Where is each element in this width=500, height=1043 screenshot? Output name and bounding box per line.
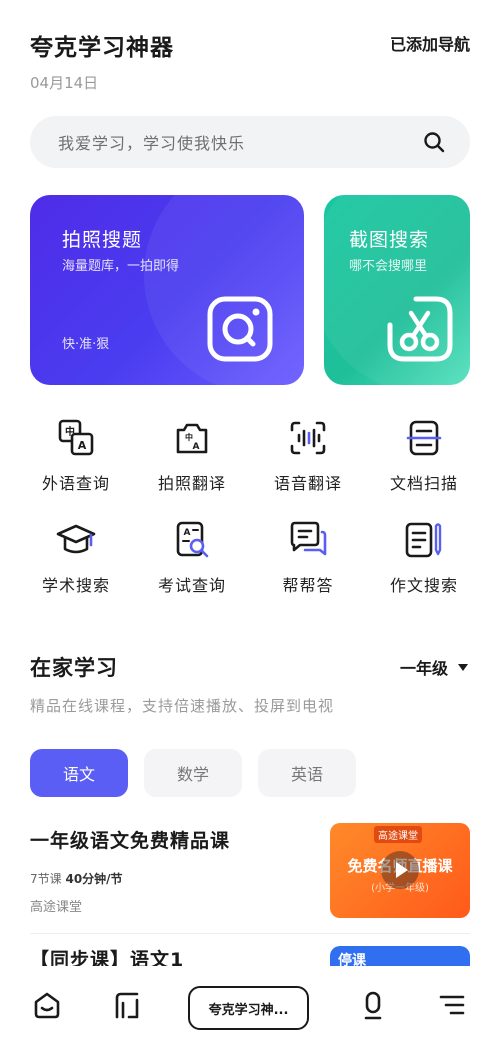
photo-search-title: 拍照搜题	[62, 229, 143, 251]
camera-translate-icon: 中 A	[176, 423, 208, 454]
graduation-cap-icon	[56, 524, 96, 554]
thumb-brand: 高途课堂	[374, 826, 422, 843]
tools-row-2: 学术搜索 A 考试查询 帮帮答 作文搜索	[0, 520, 500, 596]
tool-foreign-language[interactable]: 中 A 外语查询	[18, 418, 134, 494]
svg-text:中: 中	[65, 425, 75, 438]
microphone-icon[interactable]	[358, 990, 388, 1020]
tool-voice-translate[interactable]: 语音翻译	[250, 418, 366, 494]
tool-exam-query[interactable]: A 考试查询	[134, 520, 250, 596]
tool-essay-search[interactable]: 作文搜索	[366, 520, 482, 596]
tool-label: 作文搜索	[389, 576, 458, 595]
header: 夸克学习神器 04月14日 已添加导航	[30, 28, 470, 93]
course-thumbnail[interactable]: 高途课堂 免费名师直播课 (小学一年级)	[330, 823, 470, 918]
course-title[interactable]: 【同步课】语文1	[30, 948, 330, 966]
course-duration: 40分钟/节	[65, 872, 123, 886]
voice-wave-icon	[290, 421, 326, 455]
tool-label: 帮帮答	[282, 576, 334, 595]
svg-text:A: A	[193, 442, 200, 452]
play-icon[interactable]	[381, 851, 419, 889]
section-title: 在家学习	[30, 656, 118, 680]
added-nav-button[interactable]: 已添加导航	[390, 31, 470, 55]
thumb-title: 停课	[338, 953, 366, 966]
chat-bubbles-icon	[290, 521, 327, 556]
bottom-nav: 夸克学习神...	[0, 966, 500, 1043]
svg-text:A: A	[184, 528, 191, 538]
screenshot-search-card[interactable]: 截图搜索 哪不会搜哪里	[324, 195, 470, 385]
tool-label: 学术搜索	[41, 576, 110, 595]
course-thumbnail[interactable]: 停课	[330, 946, 470, 966]
translate-zh-a-icon: 中 A	[58, 419, 94, 456]
document-scan-icon	[406, 420, 442, 456]
current-tab-pill[interactable]: 夸克学习神...	[188, 986, 309, 1030]
screenshot-search-subtitle: 哪不会搜哪里	[349, 259, 428, 274]
date-label: 04月14日	[30, 74, 99, 92]
tool-label: 外语查询	[41, 474, 110, 493]
search-input[interactable]: 我爱学习，学习使我快乐	[58, 130, 422, 154]
search-bar[interactable]: 我爱学习，学习使我快乐	[30, 116, 470, 168]
divider	[30, 933, 470, 934]
tool-photo-translate[interactable]: 中 A 拍照翻译	[134, 418, 250, 494]
tools-row-1: 中 A 外语查询 中 A 拍照翻译 语音翻译 文档扫描	[0, 418, 500, 494]
dropdown-triangle-icon	[458, 663, 468, 671]
photo-search-card[interactable]: 拍照搜题 海量题库，一拍即得 快·准·狠	[30, 195, 304, 385]
home-icon[interactable]	[32, 990, 62, 1020]
course-lessons: 7节课	[30, 872, 62, 886]
tool-label: 语音翻译	[273, 474, 342, 493]
photo-search-subtitle: 海量题库，一拍即得	[62, 259, 180, 274]
tabs-icon[interactable]	[111, 990, 141, 1020]
section-subtitle: 精品在线课程，支持倍速播放、投屏到电视	[30, 697, 335, 715]
tool-document-scan[interactable]: 文档扫描	[366, 418, 482, 494]
tab-english[interactable]: 英语	[258, 749, 356, 797]
camera-search-icon	[207, 296, 273, 362]
course-meta: 7节课 40分钟/节	[30, 870, 123, 887]
tool-label: 拍照翻译	[157, 474, 226, 493]
search-icon[interactable]	[422, 130, 446, 154]
tool-academic-search[interactable]: 学术搜索	[18, 520, 134, 596]
grade-label: 一年级	[399, 659, 448, 678]
grade-selector[interactable]: 一年级	[400, 655, 468, 679]
tool-label: 考试查询	[157, 576, 226, 595]
menu-icon[interactable]	[437, 990, 467, 1020]
tool-help-answer[interactable]: 帮帮答	[250, 520, 366, 596]
tab-chinese[interactable]: 语文	[30, 749, 128, 797]
course-provider: 高途课堂	[30, 900, 83, 915]
essay-pen-icon	[405, 522, 442, 558]
exam-search-icon: A	[176, 521, 209, 558]
screenshot-search-title: 截图搜索	[349, 229, 430, 251]
course-title[interactable]: 一年级语文免费精品课	[30, 826, 230, 853]
scissors-icon	[387, 296, 453, 362]
svg-text:A: A	[78, 439, 87, 452]
svg-text:中: 中	[185, 432, 193, 442]
photo-search-tag: 快·准·狠	[62, 337, 110, 352]
tool-label: 文档扫描	[389, 474, 458, 493]
tab-math[interactable]: 数学	[144, 749, 242, 797]
